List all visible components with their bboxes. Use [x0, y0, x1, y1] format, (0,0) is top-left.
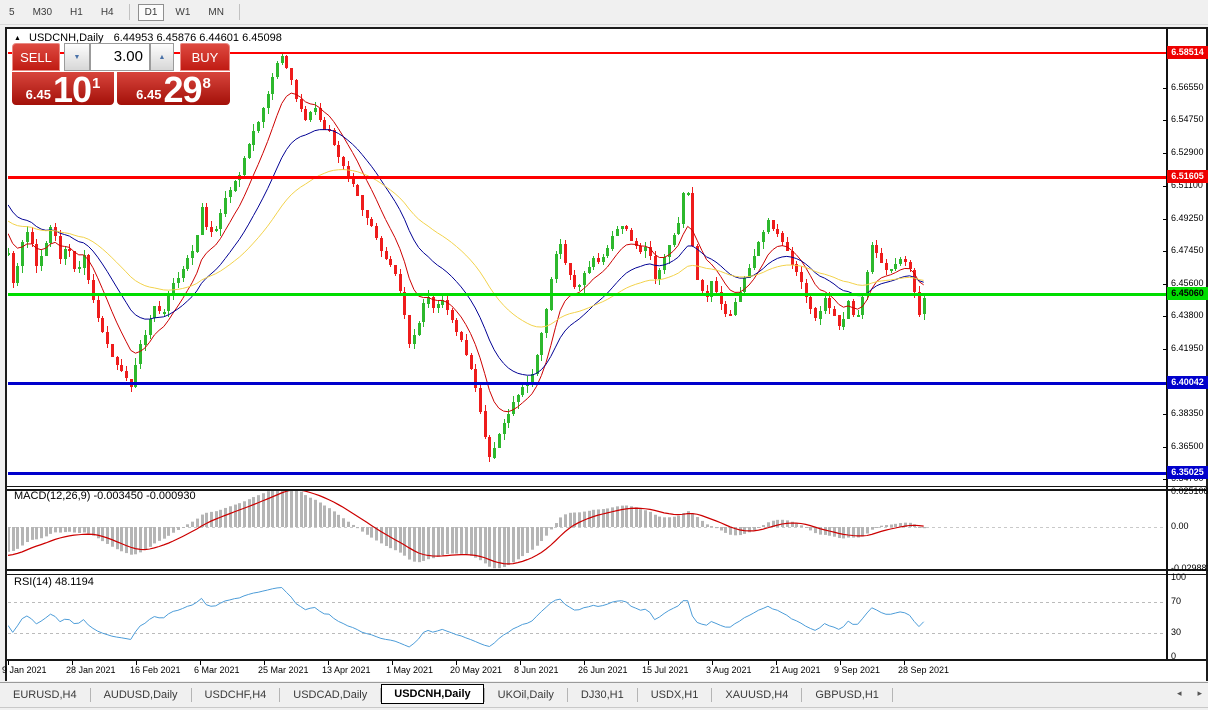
price-tick-mark — [1163, 219, 1167, 220]
price-tick-mark — [1163, 153, 1167, 154]
panel-separator[interactable] — [7, 569, 1206, 575]
price-tick-label: 6.52900 — [1171, 147, 1204, 157]
hline-price-badge: 6.40042 — [1167, 376, 1208, 389]
price-tick-label: 6.38350 — [1171, 408, 1204, 418]
rsi-tick-label: 30 — [1171, 627, 1181, 637]
chart-tab-eurusd[interactable]: EURUSD,H4 — [0, 686, 90, 704]
collapse-arrow-icon[interactable]: ▲ — [14, 35, 21, 42]
chart-tab-bar: EURUSD,H4AUDUSD,DailyUSDCHF,H4USDCAD,Dai… — [0, 682, 1208, 708]
volume-input[interactable] — [91, 44, 147, 68]
price-tick-label: 6.54750 — [1171, 114, 1204, 124]
buy-price-pip-digit: 8 — [203, 75, 211, 92]
date-tick-label: 1 May 2021 — [386, 665, 433, 675]
timeframe-button-h1[interactable]: H1 — [63, 4, 90, 21]
current-price-badge: 6.45060 — [1167, 287, 1208, 300]
price-axis: 6.565506.547506.529006.511006.492506.474… — [1167, 29, 1206, 679]
date-tick-label: 15 Jul 2021 — [642, 665, 689, 675]
macd-chart-canvas[interactable] — [8, 490, 1166, 569]
one-click-trading-panel: SELL ▼ ▲ BUY 6.45101 6.45298 — [12, 43, 230, 105]
volume-field-frame — [90, 43, 150, 71]
price-tick-mark — [1163, 186, 1167, 187]
price-tick-label: 6.36500 — [1171, 441, 1204, 451]
volume-increase-button[interactable]: ▲ — [150, 43, 174, 71]
hline-price-badge: 6.35025 — [1167, 466, 1208, 479]
timeframe-toolbar: 5M30H1H4 D1W1MN — [0, 0, 1208, 25]
date-tick-label: 20 May 2021 — [450, 665, 502, 675]
buy-price-prefix: 6.45 — [136, 87, 161, 102]
timeframe-button-mn[interactable]: MN — [201, 4, 231, 21]
rsi-chart-canvas[interactable] — [8, 576, 1166, 659]
chart-tab-xauusd[interactable]: XAUUSD,H4 — [712, 686, 801, 704]
buy-button[interactable]: BUY — [180, 43, 230, 71]
arrow-up-icon: ▲ — [159, 54, 166, 61]
chart-tab-usdx[interactable]: USDX,H1 — [638, 686, 712, 704]
chart-window: ▲ USDCNH,Daily 6.44953 6.45876 6.44601 6… — [5, 27, 1208, 681]
date-tick-label: 9 Sep 2021 — [834, 665, 880, 675]
sell-price-big-digits: 10 — [53, 75, 91, 105]
chart-tab-dj30[interactable]: DJ30,H1 — [568, 686, 637, 704]
price-tick-label: 6.49250 — [1171, 213, 1204, 223]
price-tick-mark — [1163, 447, 1167, 448]
volume-decrease-button[interactable]: ▼ — [64, 43, 90, 71]
price-tick-mark — [1163, 414, 1167, 415]
price-tick-mark — [1163, 316, 1167, 317]
date-tick-label: 16 Feb 2021 — [130, 665, 181, 675]
sell-price-pip-digit: 1 — [92, 75, 100, 92]
timeframe-button-d1[interactable]: D1 — [138, 4, 165, 21]
macd-tick-label: 0.00 — [1171, 521, 1189, 531]
price-tick-label: 6.41950 — [1171, 343, 1204, 353]
timeframe-button-5[interactable]: 5 — [2, 4, 22, 21]
sell-price-quote[interactable]: 6.45101 — [12, 72, 114, 105]
buy-price-quote[interactable]: 6.45298 — [117, 72, 230, 105]
timeframe-button-m30[interactable]: M30 — [26, 4, 59, 21]
hline-price-badge: 6.51605 — [1167, 170, 1208, 183]
price-tick-mark — [1163, 349, 1167, 350]
toolbar-separator — [239, 4, 240, 20]
toolbar-separator — [129, 4, 130, 20]
chart-tab-ukoil[interactable]: UKOil,Daily — [485, 686, 567, 704]
chart-tab-usdchf[interactable]: USDCHF,H4 — [192, 686, 280, 704]
date-tick-label: 3 Aug 2021 — [706, 665, 752, 675]
price-tick-label: 6.43800 — [1171, 310, 1204, 320]
price-tick-mark — [1163, 88, 1167, 89]
tab-separator — [892, 688, 893, 702]
buy-price-big-digits: 29 — [163, 75, 201, 105]
date-tick-label: 25 Mar 2021 — [258, 665, 309, 675]
price-tick-mark — [1163, 251, 1167, 252]
rsi-tick-label: 100 — [1171, 572, 1186, 582]
arrow-down-icon: ▼ — [74, 54, 81, 61]
timeframe-button-h4[interactable]: H4 — [94, 4, 121, 21]
date-tick-label: 26 Jun 2021 — [578, 665, 628, 675]
chart-tab-usdcad[interactable]: USDCAD,Daily — [280, 686, 380, 704]
sell-button[interactable]: SELL — [12, 43, 60, 71]
rsi-tick-label: 0 — [1171, 651, 1176, 661]
date-tick-label: 28 Sep 2021 — [898, 665, 949, 675]
price-tick-label: 6.56550 — [1171, 82, 1204, 92]
sell-price-prefix: 6.45 — [26, 87, 51, 102]
trading-terminal-screen: 5M30H1H4D1W1MN ▲ USDCNH,Daily 6.44953 6.… — [0, 0, 1208, 710]
chart-tab-usdcnh[interactable]: USDCNH,Daily — [381, 684, 483, 704]
chart-tab-gbpusd[interactable]: GBPUSD,H1 — [802, 686, 892, 704]
macd-tick-label: 0.025108 — [1171, 486, 1208, 496]
tab-scroll-left-icon[interactable]: ◂ — [1177, 688, 1182, 699]
date-tick-label: 6 Mar 2021 — [194, 665, 240, 675]
date-tick-label: 8 Jun 2021 — [514, 665, 559, 675]
price-tick-label: 6.47450 — [1171, 245, 1204, 255]
date-tick-label: 21 Aug 2021 — [770, 665, 821, 675]
tab-scroll-nav: ◂▸ — [1177, 688, 1202, 699]
panel-separator[interactable] — [7, 486, 1206, 491]
date-tick-label: 13 Apr 2021 — [322, 665, 371, 675]
tab-scroll-right-icon[interactable]: ▸ — [1197, 688, 1202, 699]
price-tick-mark — [1163, 120, 1167, 121]
chart-tab-audusd[interactable]: AUDUSD,Daily — [91, 686, 191, 704]
rsi-tick-label: 70 — [1171, 596, 1181, 606]
date-tick-label: 9 Jan 2021 — [2, 665, 47, 675]
price-tick-mark — [1163, 284, 1167, 285]
hline-price-badge: 6.58514 — [1167, 46, 1208, 59]
date-tick-label: 28 Jan 2021 — [66, 665, 116, 675]
timeframe-button-w1[interactable]: W1 — [168, 4, 197, 21]
